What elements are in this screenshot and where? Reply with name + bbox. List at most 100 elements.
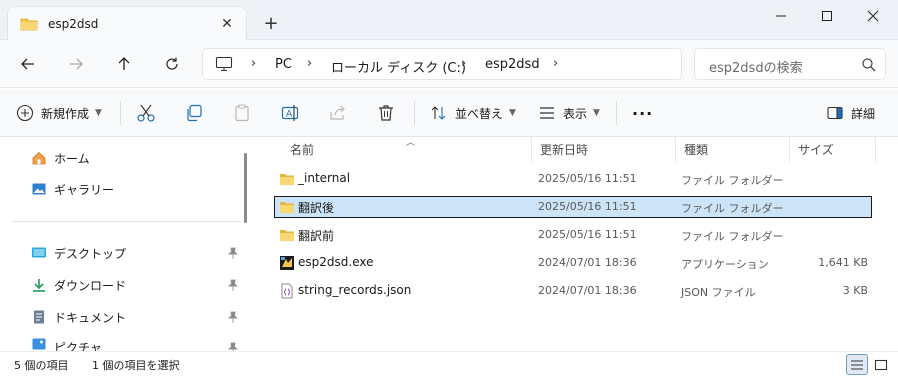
folder-icon <box>20 18 38 31</box>
pin-icon[interactable] <box>226 246 240 260</box>
sidebar-item-label: ダウンロード <box>54 278 127 293</box>
computer-icon <box>215 56 233 72</box>
address-bar[interactable]: › PC › ローカル ディスク (C:) › esp2dsd › <box>202 48 682 80</box>
new-tab-button[interactable]: + <box>258 10 284 36</box>
copy-button[interactable] <box>184 97 204 129</box>
title-bar: esp2dsd ✕ + <box>0 0 898 40</box>
chevron-right-icon: › <box>251 56 257 71</box>
tiles-view-button[interactable] <box>870 354 892 375</box>
breadcrumb-esp2dsd[interactable]: esp2dsd <box>485 57 540 72</box>
toolbar-divider <box>414 101 415 125</box>
sidebar-item-documents[interactable]: ドキュメント <box>30 304 240 330</box>
column-header-size[interactable]: サイズ <box>790 137 876 162</box>
documents-icon <box>30 308 48 326</box>
sidebar-item-home[interactable]: ホーム <box>30 145 240 171</box>
file-size: 3 KB <box>842 284 868 297</box>
column-header-label: サイズ <box>798 143 834 157</box>
file-name: esp2dsd.exe <box>298 255 374 269</box>
sidebar-item-desktop[interactable]: デスクトップ <box>30 240 240 266</box>
new-button[interactable]: 新規作成 ▼ <box>16 97 102 129</box>
scissors-icon <box>137 104 155 122</box>
refresh-button[interactable] <box>158 51 186 77</box>
view-button-label: 表示 <box>563 106 588 121</box>
file-row[interactable]: _internal 2025/05/16 11:51 ファイル フォルダー <box>274 168 872 190</box>
maximize-button[interactable] <box>804 4 850 28</box>
search-placeholder[interactable]: esp2dsdの検索 <box>709 57 803 76</box>
close-tab-button[interactable]: ✕ <box>216 13 238 35</box>
details-pane-button[interactable]: 詳細 <box>826 97 875 129</box>
pin-icon[interactable] <box>226 278 240 292</box>
sidebar-item-pictures[interactable]: ピクチャ <box>30 335 240 351</box>
desktop-icon <box>30 244 48 262</box>
plus-circle-icon <box>16 104 34 122</box>
new-button-label: 新規作成 <box>41 106 90 121</box>
column-header-name[interactable]: 名前 <box>282 137 532 162</box>
rename-button[interactable]: A <box>280 97 300 129</box>
column-header-type[interactable]: 種類 <box>676 137 790 162</box>
sidebar-item-label: ピクチャ <box>54 341 102 351</box>
file-row-selected[interactable]: 翻訳後 2025/05/16 11:51 ファイル フォルダー <box>274 196 872 218</box>
chevron-down-icon: ▼ <box>95 108 102 118</box>
delete-button[interactable] <box>376 97 396 129</box>
sidebar-scrollbar[interactable] <box>244 153 247 223</box>
home-icon <box>30 149 48 167</box>
command-bar: 新規作成 ▼ A 並べ替え ▼ 表示 ▼ ··· 詳細 <box>0 89 898 137</box>
breadcrumb-pc[interactable]: PC <box>275 57 292 72</box>
view-button[interactable]: 表示 ▼ <box>538 97 600 129</box>
minimize-icon <box>776 15 786 17</box>
arrow-left-icon <box>21 58 34 70</box>
breadcrumb-local-disk[interactable]: ローカル ディスク (C:) <box>331 57 466 76</box>
file-type: ファイル フォルダー <box>681 174 784 187</box>
details-pane-icon <box>827 106 843 120</box>
close-window-button[interactable] <box>850 4 896 28</box>
chevron-right-icon[interactable]: › <box>553 56 558 71</box>
tab-esp2dsd[interactable]: esp2dsd ✕ <box>7 6 247 40</box>
file-row[interactable]: 翻訳前 2025/05/16 11:51 ファイル フォルダー <box>274 224 872 246</box>
sidebar-item-label: ギャラリー <box>54 182 115 197</box>
toolbar-divider <box>616 101 617 125</box>
more-options-button[interactable]: ··· <box>632 97 653 129</box>
search-box[interactable]: esp2dsdの検索 <box>694 48 886 80</box>
file-date: 2025/05/16 11:51 <box>538 200 637 213</box>
details-view-button[interactable] <box>846 354 868 375</box>
file-type: JSON ファイル <box>681 286 756 299</box>
pictures-icon <box>30 335 48 351</box>
json-file-icon <box>281 283 293 299</box>
refresh-icon <box>166 57 178 70</box>
sidebar-item-label: ドキュメント <box>54 310 127 325</box>
maximize-icon <box>822 11 832 21</box>
back-button[interactable] <box>14 51 42 77</box>
forward-button[interactable] <box>62 51 90 77</box>
file-date: 2025/05/16 11:51 <box>538 228 637 241</box>
column-header-label: 種類 <box>684 143 709 157</box>
file-size: 1,641 KB <box>818 256 868 269</box>
file-name: 翻訳前 <box>298 229 335 243</box>
pin-icon[interactable] <box>226 310 240 324</box>
file-row[interactable]: esp2dsd.exe 2024/07/01 18:36 アプリケーション 1,… <box>274 252 872 274</box>
download-icon <box>30 276 48 294</box>
navigation-pane: ホーム ギャラリー デスクトップ ダウンロード ドキュメント ピクチャ <box>0 137 256 351</box>
sidebar-item-downloads[interactable]: ダウンロード <box>30 272 240 298</box>
up-button[interactable] <box>110 51 138 77</box>
paste-button[interactable] <box>232 97 252 129</box>
pin-icon[interactable] <box>226 341 240 351</box>
file-date: 2025/05/16 11:51 <box>538 172 637 185</box>
sidebar-item-label: ホーム <box>54 151 90 166</box>
sidebar-item-gallery[interactable]: ギャラリー <box>30 176 240 202</box>
share-button[interactable] <box>328 97 348 129</box>
minimize-button[interactable] <box>758 4 804 28</box>
sort-button[interactable]: 並べ替え ▼ <box>430 97 516 129</box>
file-name: 翻訳後 <box>298 201 335 215</box>
details-label: 詳細 <box>851 106 876 121</box>
list-view-icon <box>540 107 554 119</box>
arrow-right-icon <box>70 58 83 70</box>
column-header-date[interactable]: 更新日時 <box>532 137 676 162</box>
svg-text:A: A <box>286 110 293 120</box>
folder-icon <box>280 202 294 213</box>
chevron-right-icon: › <box>461 56 467 71</box>
search-icon[interactable] <box>861 57 877 73</box>
cut-button[interactable] <box>136 97 156 129</box>
rename-icon: A <box>281 105 299 121</box>
chevron-down-icon: ▼ <box>593 108 600 118</box>
file-row[interactable]: string_records.json 2024/07/01 18:36 JSO… <box>274 280 872 302</box>
